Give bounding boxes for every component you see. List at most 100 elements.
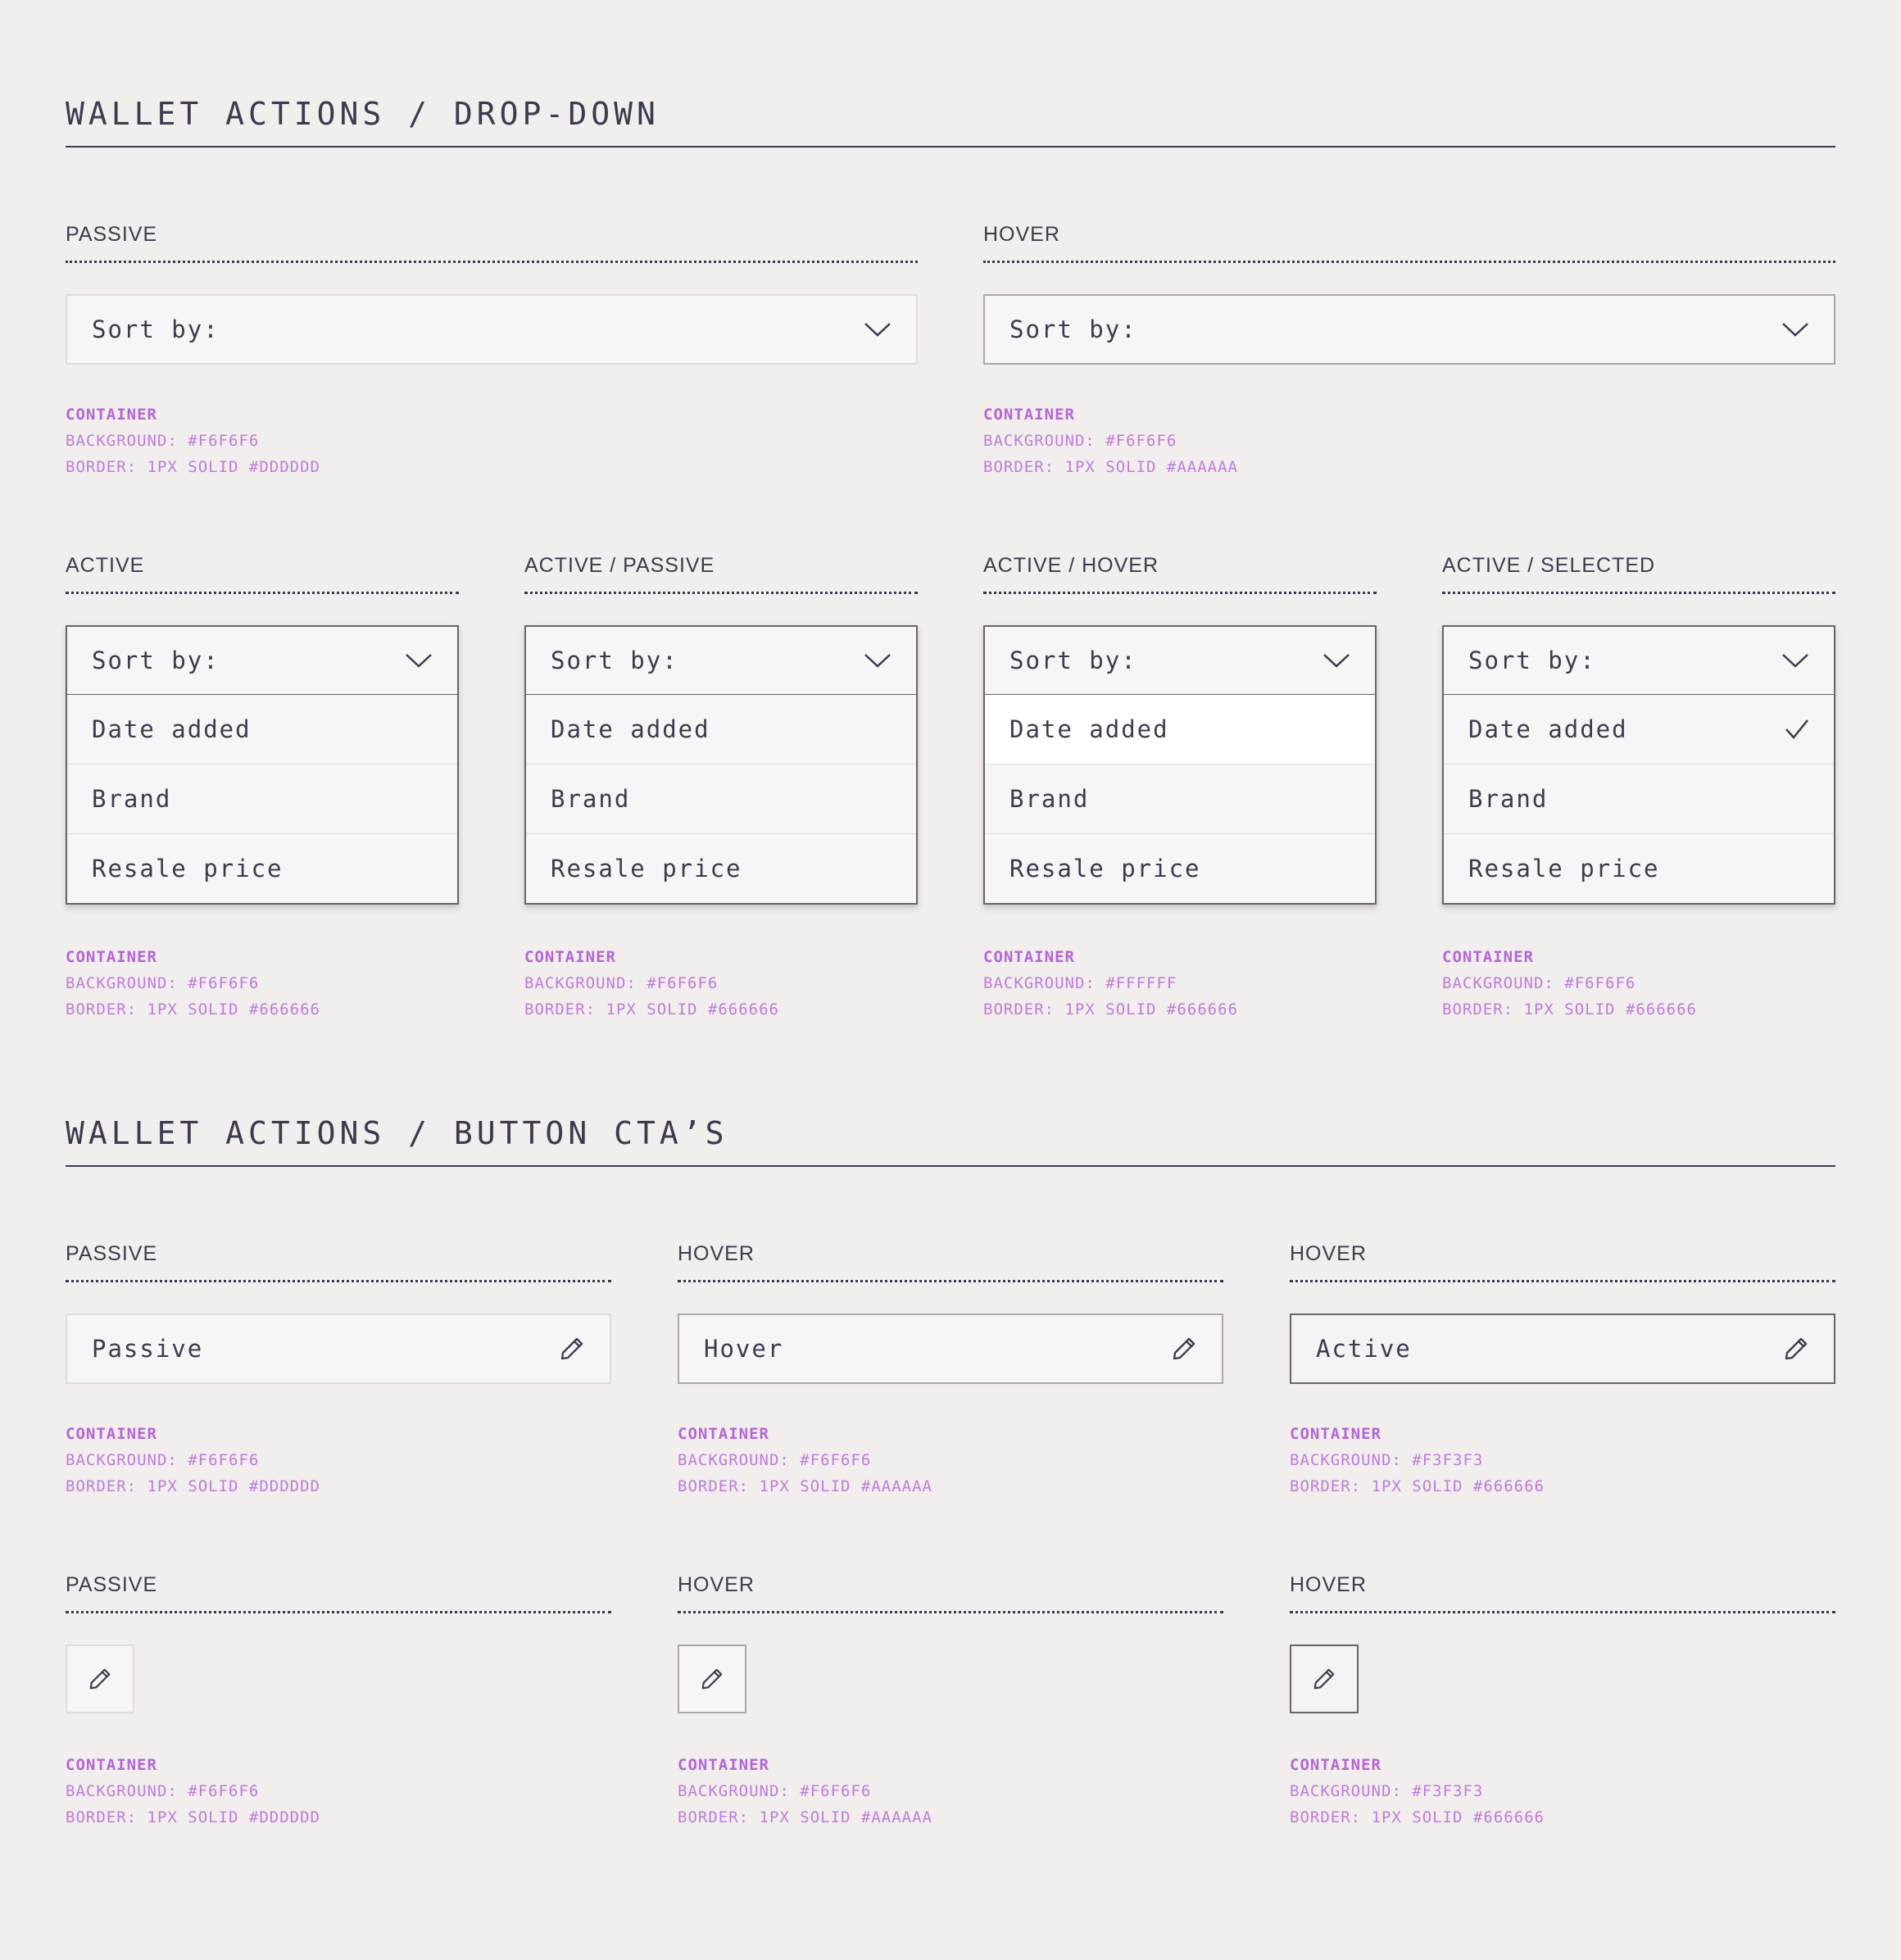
spec-background: BACKGROUND: #F6F6F6	[524, 974, 719, 992]
spec-title: CONTAINER	[1442, 948, 1534, 966]
button-label: Hover	[704, 1335, 784, 1363]
dotted-divider	[66, 1280, 611, 1282]
dotted-divider	[66, 592, 459, 594]
edit-icon-button[interactable]	[678, 1645, 746, 1713]
edit-cta-button[interactable]: Active	[1290, 1313, 1835, 1384]
spec-title: CONTAINER	[1290, 1425, 1382, 1443]
spec-border: BORDER: 1PX SOLID #DDDDDD	[66, 1808, 320, 1826]
spec-title: CONTAINER	[678, 1756, 769, 1774]
spec-background: BACKGROUND: #F6F6F6	[66, 974, 260, 992]
edit-icon-button[interactable]	[66, 1645, 134, 1713]
dotted-divider	[1442, 592, 1835, 594]
chevron-down-icon	[1781, 321, 1809, 338]
spec-border: BORDER: 1PX SOLID #AAAAAA	[983, 458, 1238, 476]
spec-title: CONTAINER	[66, 1425, 157, 1443]
pencil-icon	[1171, 1336, 1197, 1362]
spec-background: BACKGROUND: #F6F6F6	[66, 1451, 260, 1469]
variant-label: HOVER	[1290, 1573, 1367, 1596]
spec-note: CONTAINER BACKGROUND: #F6F6F6 BORDER: 1P…	[678, 1752, 932, 1831]
button-label: Active	[1316, 1335, 1412, 1363]
dropdown-option-date-added-hovered[interactable]: Date added	[985, 694, 1375, 764]
sort-dropdown[interactable]: Sort by:	[66, 294, 918, 365]
dropdown-option-date-added-selected[interactable]: Date added	[1444, 694, 1834, 764]
dropdown-option-brand[interactable]: Brand	[67, 764, 457, 833]
dropdown-option-resale-price[interactable]: Resale price	[985, 833, 1375, 903]
spec-note: CONTAINER BACKGROUND: #F6F6F6 BORDER: 1P…	[66, 1752, 320, 1831]
dropdown-header[interactable]: Sort by:	[526, 627, 916, 694]
variant-label: ACTIVE / PASSIVE	[524, 554, 715, 577]
dropdown-header[interactable]: Sort by:	[67, 627, 457, 694]
icon-cta-active-variant: HOVER CONTAINER BACKGROUND: #F3F3F3 BORD…	[1290, 1575, 1835, 1829]
cta-hover-variant: HOVER Hover CONTAINER BACKGROUND: #F6F6F…	[678, 1244, 1223, 1498]
variant-label: PASSIVE	[66, 1242, 158, 1265]
spec-border: BORDER: 1PX SOLID #AAAAAA	[678, 1808, 932, 1826]
spec-background: BACKGROUND: #F3F3F3	[1290, 1782, 1484, 1800]
spec-border: BORDER: 1PX SOLID #666666	[524, 1000, 779, 1019]
spec-title: CONTAINER	[1290, 1756, 1382, 1774]
spec-border: BORDER: 1PX SOLID #666666	[66, 1000, 320, 1019]
chevron-down-icon	[864, 652, 892, 669]
dropdown-option-date-added[interactable]: Date added	[526, 694, 916, 764]
spec-background: BACKGROUND: #F3F3F3	[1290, 1451, 1484, 1469]
option-label: Brand	[1009, 785, 1090, 813]
dropdown-option-resale-price[interactable]: Resale price	[526, 833, 916, 903]
spec-background: BACKGROUND: #F6F6F6	[678, 1782, 872, 1800]
edit-icon-button[interactable]	[1290, 1645, 1359, 1713]
section-title-dropdown: WALLET ACTIONS / DROP-DOWN	[66, 96, 660, 132]
dropdown-header[interactable]: Sort by:	[985, 627, 1375, 694]
spec-title: CONTAINER	[66, 406, 157, 424]
spec-title: CONTAINER	[983, 406, 1075, 424]
variant-label: PASSIVE	[66, 223, 158, 246]
variant-label: PASSIVE	[66, 1573, 158, 1596]
sort-dropdown-open[interactable]: Sort by: Date added Brand Resale price	[66, 625, 459, 905]
spec-title: CONTAINER	[524, 948, 616, 966]
spec-border: BORDER: 1PX SOLID #DDDDDD	[66, 1477, 320, 1495]
dropdown-placeholder: Sort by:	[1009, 647, 1137, 674]
variant-label: HOVER	[983, 223, 1060, 246]
chevron-down-icon	[864, 321, 892, 338]
variant-label: HOVER	[1290, 1242, 1367, 1265]
dropdown-passive-variant: PASSIVE Sort by: CONTAINER BACKGROUND: #…	[66, 225, 918, 479]
spec-border: BORDER: 1PX SOLID #666666	[1290, 1477, 1545, 1495]
spec-title: CONTAINER	[66, 948, 157, 966]
dropdown-option-brand[interactable]: Brand	[1444, 764, 1834, 833]
edit-cta-button[interactable]: Passive	[66, 1313, 611, 1384]
spec-title: CONTAINER	[983, 948, 1075, 966]
spec-note: CONTAINER BACKGROUND: #F6F6F6 BORDER: 1P…	[678, 1421, 932, 1499]
variant-label: ACTIVE	[66, 554, 145, 577]
dropdown-active-passive-variant: ACTIVE / PASSIVE Sort by: Date added Bra…	[524, 556, 918, 1023]
option-label: Date added	[1468, 715, 1628, 743]
variant-label: ACTIVE / SELECTED	[1442, 554, 1656, 577]
spec-background: BACKGROUND: #F6F6F6	[1442, 974, 1636, 992]
sort-dropdown[interactable]: Sort by:	[983, 294, 1835, 365]
dropdown-placeholder: Sort by:	[92, 647, 220, 674]
spec-note: CONTAINER BACKGROUND: #F3F3F3 BORDER: 1P…	[1290, 1421, 1545, 1499]
sort-dropdown-open[interactable]: Sort by: Date added Brand Resale price	[524, 625, 918, 905]
spec-note: CONTAINER BACKGROUND: #F3F3F3 BORDER: 1P…	[1290, 1752, 1545, 1831]
dropdown-header[interactable]: Sort by:	[1444, 627, 1834, 694]
dotted-divider	[66, 1611, 611, 1613]
pencil-icon	[559, 1336, 585, 1362]
dropdown-placeholder: Sort by:	[1009, 315, 1137, 343]
dropdown-option-resale-price[interactable]: Resale price	[67, 833, 457, 903]
dropdown-hover-variant: HOVER Sort by: CONTAINER BACKGROUND: #F6…	[983, 225, 1835, 479]
pencil-icon	[700, 1667, 724, 1691]
sort-dropdown-open[interactable]: Sort by: Date added Brand Resale price	[983, 625, 1377, 905]
dropdown-option-date-added[interactable]: Date added	[67, 694, 457, 764]
variant-label: ACTIVE / HOVER	[983, 554, 1159, 577]
dotted-divider	[678, 1611, 1223, 1613]
dotted-divider	[983, 261, 1835, 263]
dropdown-active-hover-variant: ACTIVE / HOVER Sort by: Date added Brand…	[983, 556, 1377, 1023]
option-label: Resale price	[1009, 855, 1201, 882]
checkmark-icon	[1785, 719, 1809, 740]
sort-dropdown-open[interactable]: Sort by: Date added Brand Resale price	[1442, 625, 1835, 905]
dropdown-active-variant: ACTIVE Sort by: Date added Brand Resale …	[66, 556, 459, 1023]
dropdown-option-brand[interactable]: Brand	[985, 764, 1375, 833]
chevron-down-icon	[405, 652, 433, 669]
dropdown-option-resale-price[interactable]: Resale price	[1444, 833, 1834, 903]
dotted-divider	[524, 592, 918, 594]
dropdown-option-brand[interactable]: Brand	[526, 764, 916, 833]
edit-cta-button[interactable]: Hover	[678, 1313, 1223, 1384]
option-label: Resale price	[551, 855, 742, 882]
spec-note: CONTAINER BACKGROUND: #FFFFFF BORDER: 1P…	[983, 944, 1238, 1023]
